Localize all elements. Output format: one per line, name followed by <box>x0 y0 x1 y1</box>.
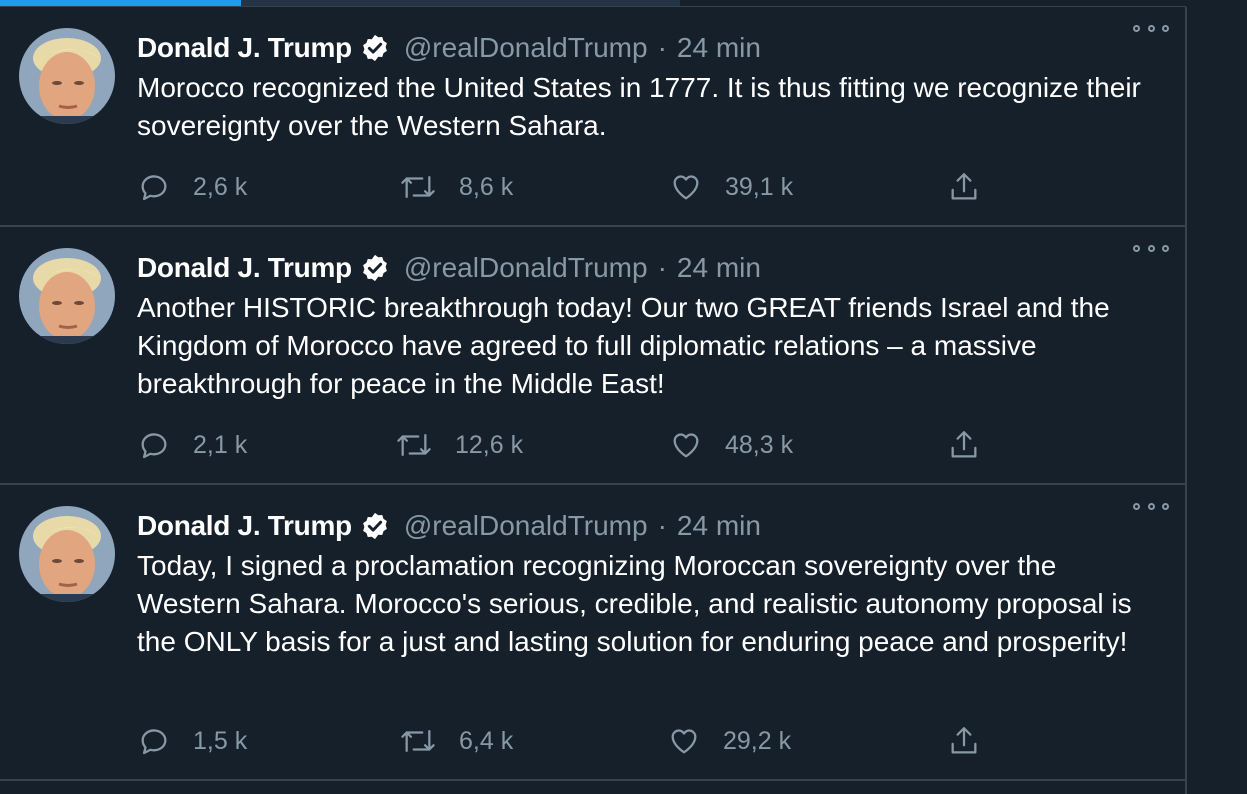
tweet-text: Today, I signed a proclamation recognizi… <box>137 550 1132 657</box>
reply-icon <box>141 729 167 755</box>
retweet-button[interactable]: 8,6 k <box>399 167 513 207</box>
header-separator: · <box>657 32 667 63</box>
author-handle[interactable]: @realDonaldTrump <box>404 32 648 64</box>
tweet[interactable]: Donald J. Trump @realDonaldTrump · 24 mi… <box>0 7 1185 227</box>
tweet[interactable]: Donald J. Trump @realDonaldTrump · 24 mi… <box>0 227 1185 485</box>
header-separator: · <box>657 510 667 541</box>
tweet-text: Morocco recognized the United States in … <box>137 72 1141 141</box>
avatar[interactable] <box>19 248 115 344</box>
heart-icon <box>671 729 697 754</box>
retweet-icon <box>401 175 435 199</box>
tweet-actions: 2,1 k 12,6 k 48,3 k <box>137 425 997 465</box>
share-button[interactable] <box>947 425 981 465</box>
tweet-timestamp[interactable]: 24 min <box>677 510 761 542</box>
avatar-image <box>19 28 115 124</box>
more-dot-icon <box>1147 502 1155 510</box>
heart-icon <box>673 175 699 200</box>
tweet-timestamp[interactable]: 24 min <box>677 252 761 284</box>
like-button[interactable]: 29,2 k <box>667 721 791 761</box>
share-button[interactable] <box>947 721 981 761</box>
tweet-body: Donald J. Trump @realDonaldTrump · 24 mi… <box>137 507 1167 661</box>
author-name[interactable]: Donald J. Trump <box>137 252 352 284</box>
verified-badge-icon <box>362 254 387 282</box>
tweet-header: Donald J. Trump @realDonaldTrump · 24 mi… <box>137 29 1167 67</box>
verified-badge-icon <box>362 34 387 62</box>
more-dot-icon <box>1162 24 1169 32</box>
tweet-body: Donald J. Trump @realDonaldTrump · 24 mi… <box>137 249 1167 403</box>
tweet-body: Donald J. Trump @realDonaldTrump · 24 mi… <box>137 29 1167 145</box>
tweet-text: Another HISTORIC breakthrough today! Our… <box>137 292 1110 399</box>
header-separator: · <box>657 252 667 283</box>
share-button[interactable] <box>947 167 981 207</box>
reply-count: 2,1 k <box>193 430 248 459</box>
more-dot-icon <box>1162 244 1169 252</box>
author-name[interactable]: Donald J. Trump <box>137 510 352 542</box>
heart-icon <box>673 433 699 458</box>
reply-icon <box>141 433 167 459</box>
tweet-feed: Donald J. Trump @realDonaldTrump · 24 mi… <box>0 7 1187 794</box>
reply-icon <box>141 175 167 201</box>
like-button[interactable]: 39,1 k <box>669 167 793 207</box>
retweet-button[interactable]: 12,6 k <box>395 425 523 465</box>
share-icon <box>951 727 977 754</box>
like-count: 39,1 k <box>725 172 794 201</box>
tweet-timestamp[interactable]: 24 min <box>677 32 761 64</box>
avatar-image <box>19 248 115 344</box>
avatar[interactable] <box>19 28 115 124</box>
more-options-button[interactable] <box>1133 241 1169 255</box>
share-icon <box>951 173 977 200</box>
more-dot-icon <box>1162 502 1169 510</box>
retweet-icon <box>397 433 431 457</box>
reply-button[interactable]: 2,6 k <box>137 167 247 207</box>
more-dot-icon <box>1133 244 1140 252</box>
more-dot-icon <box>1147 24 1155 32</box>
tweet-header: Donald J. Trump @realDonaldTrump · 24 mi… <box>137 507 1167 545</box>
more-dot-icon <box>1133 502 1140 510</box>
tweet-header: Donald J. Trump @realDonaldTrump · 24 mi… <box>137 249 1167 287</box>
author-handle[interactable]: @realDonaldTrump <box>404 252 648 284</box>
tweet-actions: 2,6 k 8,6 k 39,1 k <box>137 167 997 207</box>
reply-button[interactable]: 2,1 k <box>137 425 247 465</box>
author-handle[interactable]: @realDonaldTrump <box>404 510 648 542</box>
author-name[interactable]: Donald J. Trump <box>137 32 352 64</box>
avatar-image <box>19 506 115 602</box>
reply-count: 1,5 k <box>193 726 248 755</box>
like-count: 29,2 k <box>723 726 792 755</box>
more-dot-icon <box>1133 24 1140 32</box>
more-options-button[interactable] <box>1133 21 1169 35</box>
like-count: 48,3 k <box>725 430 794 459</box>
tweet[interactable]: Donald J. Trump @realDonaldTrump · 24 mi… <box>0 485 1185 781</box>
reply-button[interactable]: 1,5 k <box>137 721 247 761</box>
retweet-count: 8,6 k <box>459 172 514 201</box>
more-dot-icon <box>1147 244 1155 252</box>
timeline-viewport: Donald J. Trump @realDonaldTrump · 24 mi… <box>0 0 1247 794</box>
tweet-actions: 1,5 k 6,4 k 29,2 k <box>137 721 997 761</box>
verified-badge-icon <box>362 512 387 540</box>
retweet-button[interactable]: 6,4 k <box>399 721 513 761</box>
retweet-count: 6,4 k <box>459 726 514 755</box>
share-icon <box>951 431 977 458</box>
reply-count: 2,6 k <box>193 172 248 201</box>
avatar[interactable] <box>19 506 115 602</box>
more-options-button[interactable] <box>1133 499 1169 513</box>
retweet-icon <box>401 729 435 753</box>
like-button[interactable]: 48,3 k <box>669 425 793 465</box>
retweet-count: 12,6 k <box>455 430 524 459</box>
